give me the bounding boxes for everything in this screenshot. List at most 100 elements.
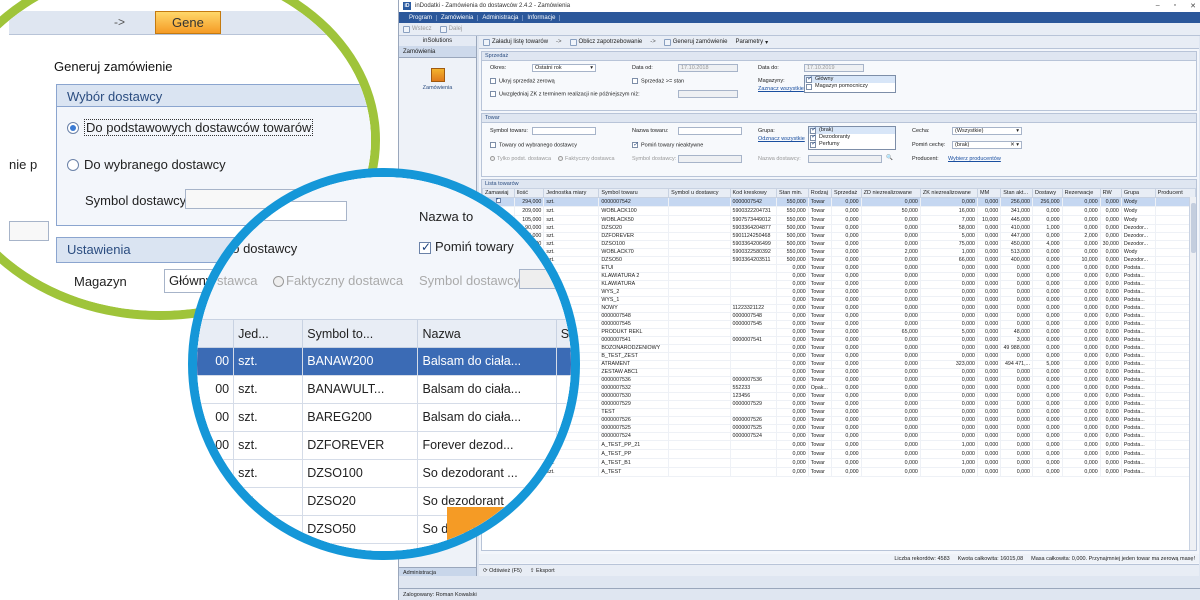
table-cell[interactable] <box>668 416 731 425</box>
table-cell[interactable] <box>668 206 731 216</box>
table-cell[interactable] <box>668 280 731 289</box>
table-cell[interactable]: 0,000 <box>977 360 1002 369</box>
table-cell[interactable]: 0,000 <box>1100 280 1122 289</box>
table-cell[interactable]: 0,000 <box>831 215 862 225</box>
table-cell[interactable]: 0000007542 <box>598 197 670 207</box>
table-cell[interactable]: Towar <box>808 344 833 353</box>
table-cell[interactable]: 0,000 <box>1100 400 1122 409</box>
table-cell[interactable]: 0,000 <box>861 344 921 353</box>
table-cell[interactable]: Podsta... <box>1121 368 1156 377</box>
table-row[interactable]: szt.WYS_20,000Towar0,0000,0000,0000,0000… <box>482 288 1196 297</box>
table-cell[interactable]: Dezodor... <box>1121 224 1156 233</box>
table-cell[interactable]: 0,000 <box>920 304 978 313</box>
table-cell[interactable]: 0,000 <box>920 336 978 345</box>
table-cell[interactable]: 0000007545 <box>598 320 670 329</box>
table-cell[interactable]: 0,000 <box>1100 248 1122 257</box>
table-row[interactable]: szt.ETUI0,000Towar0,0000,0000,0000,0000,… <box>482 264 1196 273</box>
table-cell[interactable]: 0,000 <box>1062 416 1101 425</box>
table-cell[interactable]: Towar <box>808 288 833 297</box>
export-button[interactable]: ⇪ Eksport <box>530 568 555 574</box>
table-cell[interactable]: 0000007530 <box>598 392 670 401</box>
pomin-cechy-select[interactable]: (brak) ✕ ▾ <box>952 141 1022 149</box>
table-cell[interactable]: 0,000 <box>776 272 809 281</box>
table-cell[interactable] <box>730 272 778 281</box>
table-cell[interactable]: 0,000 <box>1000 304 1033 313</box>
table-cell[interactable]: 0,000 <box>977 197 1002 207</box>
undo-button[interactable]: Wstecz <box>403 25 432 33</box>
table-cell[interactable]: 0,000 <box>1100 416 1122 425</box>
table-cell[interactable]: 0,000 <box>1032 206 1063 216</box>
table-cell[interactable]: 0,000 <box>977 280 1002 289</box>
table-cell[interactable]: 0,000 <box>831 400 862 409</box>
table-cell[interactable]: Towar <box>808 240 833 249</box>
table-cell[interactable]: 256,000 <box>1032 197 1063 207</box>
table-cell[interactable]: 0,000 <box>977 328 1002 337</box>
table-row[interactable]: szt.NOWY112233211220,000Towar0,0000,0000… <box>482 304 1196 313</box>
table-cell[interactable]: Wody <box>1121 248 1156 257</box>
zoom-column-header[interactable]: Nazwa <box>417 319 557 348</box>
table-cell[interactable] <box>668 458 731 468</box>
table-cell[interactable]: 10,000 <box>1062 256 1101 265</box>
column-header[interactable]: Rezerwacje <box>1061 188 1101 198</box>
zoom-table-cell[interactable]: Forever dezod... <box>417 431 557 460</box>
table-cell[interactable]: 0,000 <box>1032 312 1063 321</box>
table-cell[interactable]: 445,000 <box>1000 215 1033 225</box>
table-cell[interactable]: 0,000 <box>1062 240 1101 249</box>
maximize-icon[interactable]: ▫ <box>1174 2 1176 10</box>
table-cell[interactable]: ZESTAW ABC1 <box>598 368 670 377</box>
table-cell[interactable]: 0,000 <box>831 232 862 241</box>
table-cell[interactable]: 0000007525 <box>730 424 778 433</box>
table-cell[interactable]: 0,000 <box>977 272 1002 281</box>
table-cell[interactable]: 0,000 <box>776 449 809 459</box>
table-cell[interactable]: 0,000 <box>861 336 921 345</box>
zoom-faktyczny-radio[interactable]: Faktyczny dostawca <box>273 273 403 288</box>
table-row[interactable]: szt.000000752600000075260,000Towar0,0000… <box>482 416 1196 425</box>
table-cell[interactable]: Podsta... <box>1121 416 1156 425</box>
table-cell[interactable]: 0,000 <box>1100 360 1122 369</box>
table-row[interactable]: szt.00000075325522330,000Opak...0,0000,0… <box>482 384 1196 393</box>
table-cell[interactable]: Podsta... <box>1121 304 1156 313</box>
table-cell[interactable]: 0,000 <box>1000 392 1033 401</box>
table-cell[interactable]: Towar <box>808 360 833 369</box>
table-cell[interactable]: 0,000 <box>1062 392 1101 401</box>
table-cell[interactable]: 0,000 <box>1062 248 1101 257</box>
table-cell[interactable]: 0,000 <box>1032 248 1063 257</box>
table-cell[interactable]: ATRAMENT <box>598 360 670 369</box>
table-cell[interactable]: 0,000 <box>1032 376 1063 385</box>
table-cell[interactable]: 0,000 <box>1000 432 1033 441</box>
table-cell[interactable]: 0000007524 <box>730 432 778 441</box>
table-cell[interactable]: 0,000 <box>776 296 809 305</box>
table-cell[interactable]: 0000007541 <box>730 336 778 345</box>
menu-zamowienia[interactable]: Zamówienia <box>437 14 479 21</box>
sidebar-item-administracja[interactable]: Administracja <box>399 567 476 576</box>
table-row[interactable]: szt.00000075301234560,000Towar0,0000,000… <box>482 392 1196 401</box>
table-cell[interactable]: 0,000 <box>776 440 809 450</box>
table-cell[interactable]: Podsta... <box>1121 320 1156 329</box>
table-cell[interactable]: 0,000 <box>1100 312 1122 321</box>
table-cell[interactable]: 7,000 <box>920 215 978 225</box>
table-cell[interactable]: 0,000 <box>920 312 978 321</box>
table-cell[interactable]: 0,000 <box>920 449 978 459</box>
column-header[interactable]: Sprzedaż <box>831 188 862 198</box>
table-cell[interactable]: 75,000 <box>920 240 978 249</box>
table-cell[interactable]: 0,000 <box>977 240 1002 249</box>
table-cell[interactable]: DZSO20 <box>598 224 670 233</box>
table-cell[interactable]: 0,000 <box>1032 467 1063 477</box>
table-cell[interactable]: 0000007541 <box>598 336 670 345</box>
table-cell[interactable]: NOWY <box>598 304 670 313</box>
table-cell[interactable]: 1,000 <box>920 458 978 468</box>
table-cell[interactable]: Towar <box>808 197 833 207</box>
table-cell[interactable]: 0,000 <box>831 344 862 353</box>
table-row[interactable]: szt.B_TEST_ZEST0,000Towar0,0000,0000,000… <box>482 352 1196 361</box>
table-cell[interactable]: 0,000 <box>1062 432 1101 441</box>
table-cell[interactable]: Towar <box>808 232 833 241</box>
table-cell[interactable]: 0,000 <box>1100 440 1122 450</box>
table-cell[interactable]: 0,000 <box>920 288 978 297</box>
table-cell[interactable] <box>730 296 778 305</box>
table-cell[interactable]: 0,000 <box>977 320 1002 329</box>
table-cell[interactable]: 0,000 <box>1000 280 1033 289</box>
table-cell[interactable]: 0,000 <box>920 416 978 425</box>
table-cell[interactable]: 0,000 <box>1100 264 1122 273</box>
table-cell[interactable] <box>730 264 778 273</box>
table-cell[interactable]: 0,000 <box>861 232 921 241</box>
